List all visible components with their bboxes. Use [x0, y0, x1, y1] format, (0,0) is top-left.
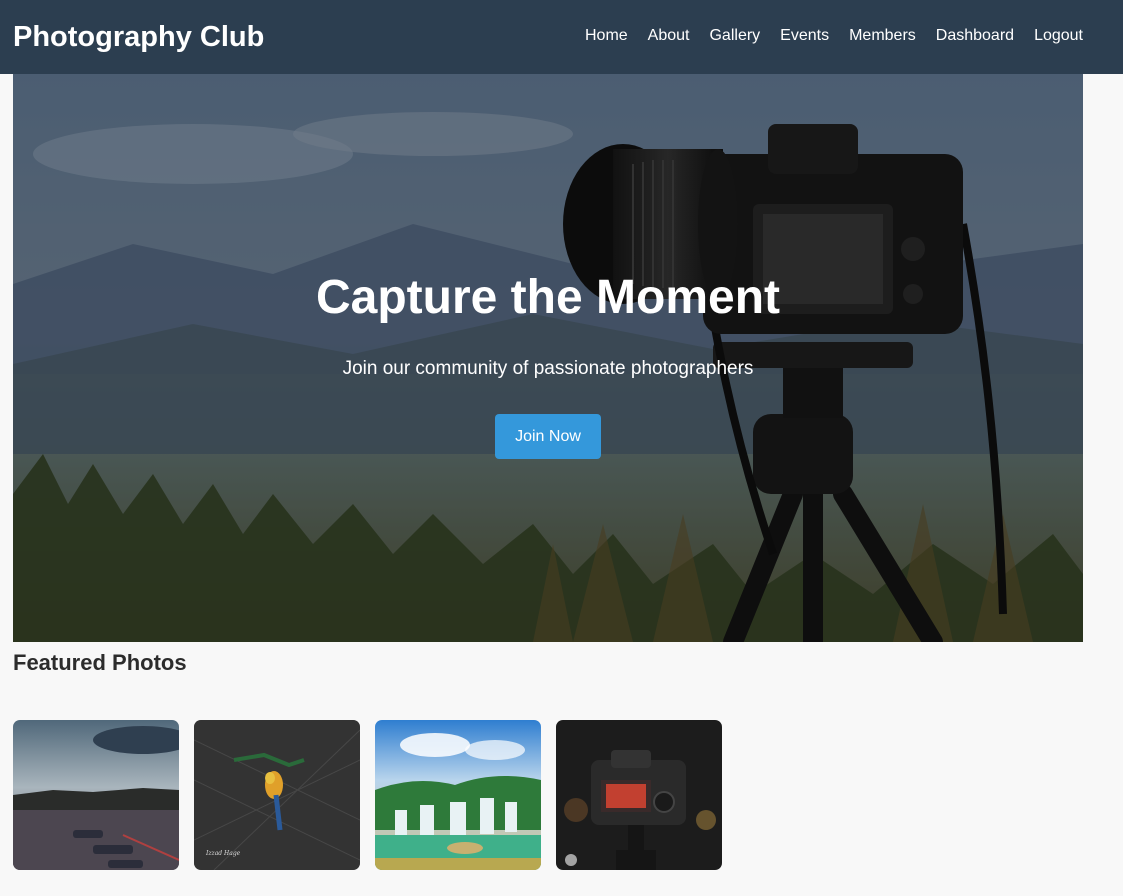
nav-dashboard-link[interactable]: Dashboard: [936, 25, 1014, 47]
nav-logout-link[interactable]: Logout: [1034, 25, 1083, 47]
site-header: Photography Club Home About Gallery Even…: [0, 0, 1123, 74]
svg-text:Izzad Hage: Izzad Hage: [205, 850, 241, 857]
nav-about-link[interactable]: About: [648, 25, 690, 47]
featured-photos-heading: Featured Photos: [13, 650, 187, 675]
hero-title: Capture the Moment: [315, 271, 780, 324]
nav-events-link[interactable]: Events: [780, 25, 829, 47]
site-logo[interactable]: Photography Club: [13, 18, 264, 56]
harbor-boats-photo[interactable]: [13, 720, 179, 870]
hero-subtitle: Join our community of passionate photogr…: [342, 358, 754, 379]
join-now-button[interactable]: Join Now: [495, 414, 601, 459]
waterfall-photo[interactable]: [375, 720, 541, 870]
main-nav: Home About Gallery Events Members Dashbo…: [565, 25, 1083, 47]
nav-gallery-link[interactable]: Gallery: [709, 25, 760, 47]
camera-photo[interactable]: [556, 720, 722, 870]
parrot-photo[interactable]: Izzad Hage: [194, 720, 360, 870]
hero-banner: Capture the Moment Join our community of…: [13, 74, 1083, 642]
nav-members-link[interactable]: Members: [849, 25, 916, 47]
nav-home-link[interactable]: Home: [585, 25, 628, 47]
